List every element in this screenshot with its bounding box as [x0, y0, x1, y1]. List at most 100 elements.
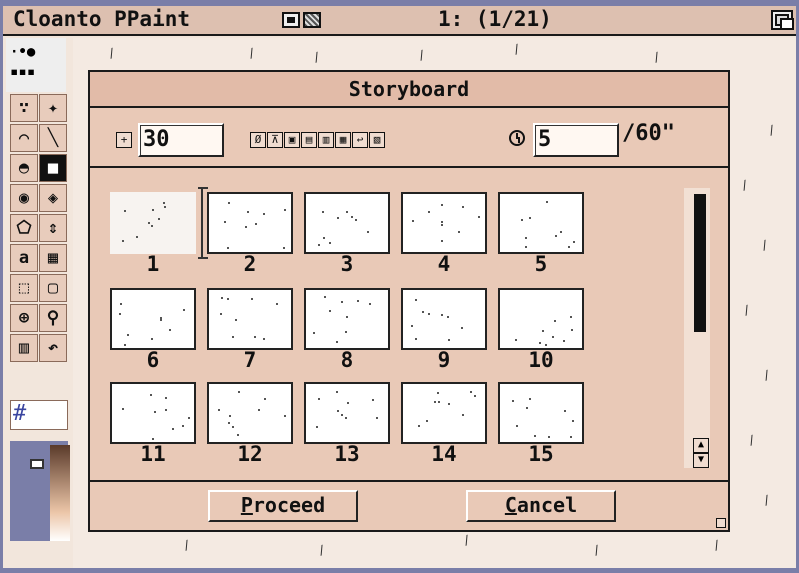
storyboard-frame[interactable] [401, 192, 487, 254]
frame-speck [158, 217, 161, 220]
swap-frame-icon[interactable]: ▦ [335, 132, 351, 148]
frame-speck [355, 219, 358, 222]
zoom-in-icon[interactable]: ⊕ [10, 304, 38, 332]
frame-speck [555, 235, 558, 238]
frame-speck [318, 397, 321, 400]
frame-speck [323, 296, 326, 299]
scrollbar-thumb[interactable] [694, 194, 706, 332]
curve-tool-icon[interactable]: ⌒ [10, 124, 38, 152]
gradient-tool-icon[interactable]: ⇕ [39, 214, 67, 242]
storyboard-frame[interactable] [304, 382, 390, 444]
frames-list: 1 2 3 4 5 6 7 8 9 10 11 12 13 14 15 ▲ ▼ [90, 170, 728, 480]
scroll-up-arrow-icon[interactable]: ▲ [693, 438, 709, 453]
storyboard-frame[interactable] [110, 192, 196, 254]
color-gradient[interactable] [50, 445, 70, 541]
frame-speck [461, 413, 464, 416]
revert-frame-icon[interactable]: ↩ [352, 132, 368, 148]
storyboard-frame[interactable] [110, 288, 196, 350]
frame-speck [525, 245, 528, 248]
insert-frame-icon[interactable]: ⊼ [267, 132, 283, 148]
storyboard-frame[interactable] [498, 382, 584, 444]
frame-speck [337, 216, 340, 219]
polygon-tool-icon[interactable]: ⬠ [10, 214, 38, 242]
freehand-tool-icon[interactable]: ∵ [10, 94, 38, 122]
storyboard-frame[interactable] [304, 192, 390, 254]
frame-speck [441, 221, 444, 224]
frame-speck [345, 211, 348, 214]
frame-speck [119, 303, 122, 306]
frame-speck [147, 222, 150, 225]
pattern-tool-icon[interactable]: ▦ [39, 244, 67, 272]
screen-mode-icon[interactable] [282, 12, 300, 28]
frame-speck [160, 318, 163, 321]
pattern-icon[interactable] [303, 12, 321, 28]
depth-gadget-icon[interactable] [771, 10, 794, 30]
rectangle-select-icon[interactable]: ▢ [39, 274, 67, 302]
frame-number: 13 [334, 442, 360, 466]
solid-shape-icon[interactable]: ■ [39, 154, 67, 182]
frame-speck [219, 313, 222, 316]
frame-speck [258, 408, 261, 411]
storyboard-frame[interactable] [207, 382, 293, 444]
storyboard-frame[interactable] [401, 382, 487, 444]
canvas-speck: / [460, 532, 473, 548]
move-frame-icon[interactable]: ▥ [318, 132, 334, 148]
magnify-icon[interactable]: ⚲ [39, 304, 67, 332]
frame-number: 10 [528, 348, 554, 372]
save-frame-icon[interactable]: ▧ [369, 132, 385, 148]
fill-tool-icon[interactable]: ◓ [10, 154, 38, 182]
grid-icon[interactable]: # [10, 400, 68, 430]
circle-tool-icon[interactable]: ◉ [10, 184, 38, 212]
storyboard-frame[interactable] [207, 192, 293, 254]
frame-speck [545, 343, 548, 346]
airbrush-tool-icon[interactable]: ✦ [39, 94, 67, 122]
line-tool-icon[interactable]: ╲ [39, 124, 67, 152]
frame-speck [440, 240, 443, 243]
frame-speck [340, 414, 343, 417]
brush-select-icon[interactable]: ⬚ [10, 274, 38, 302]
storyboard-frame[interactable] [304, 288, 390, 350]
proceed-button[interactable]: Proceed [208, 490, 358, 522]
storyboard-frame[interactable] [498, 192, 584, 254]
clear-icon[interactable]: ▥ [10, 334, 38, 362]
resize-gadget-icon[interactable] [716, 518, 726, 528]
frame-speck [329, 242, 332, 245]
frame-number: 9 [437, 348, 451, 372]
frame-speck [428, 211, 430, 214]
storyboard-frame[interactable] [110, 382, 196, 444]
frame-speck [227, 247, 230, 250]
frame-speck [124, 209, 127, 212]
frame-speck [447, 403, 450, 406]
frame-speck [263, 398, 266, 401]
delay-field[interactable]: 5 [533, 123, 619, 157]
frame-speck [514, 339, 517, 342]
canvas-speck: / [760, 367, 773, 383]
cancel-button[interactable]: Cancel [466, 490, 616, 522]
ellipse-tool-icon[interactable]: ◈ [39, 184, 67, 212]
title-bar[interactable]: Cloanto PPaint 1: (1/21) [3, 6, 796, 36]
scroll-down-arrow-icon[interactable]: ▼ [693, 453, 709, 468]
storyboard-frame[interactable] [207, 288, 293, 350]
undo-icon[interactable]: ↶ [39, 334, 67, 362]
frame-speck [127, 334, 129, 337]
frame-speck [223, 221, 226, 224]
frame-speck [237, 391, 240, 394]
frames-count-field[interactable]: 30 [138, 123, 224, 157]
frame-number: 5 [534, 252, 548, 276]
frame-speck [539, 342, 541, 345]
add-frame-icon[interactable]: ▤ [301, 132, 317, 148]
brush-selector[interactable]: ·•● ▪▪▪ [6, 38, 66, 92]
storyboard-frame[interactable] [401, 288, 487, 350]
frame-speck [250, 298, 253, 301]
frame-speck [150, 337, 153, 340]
frame-speck [188, 416, 191, 419]
delete-frame-icon[interactable]: Ø [250, 132, 266, 148]
frame-number: 2 [243, 252, 257, 276]
copy-frame-icon[interactable]: ▣ [284, 132, 300, 148]
frame-speck [323, 237, 326, 240]
color-palette[interactable] [10, 441, 70, 541]
frame-speck [282, 246, 285, 249]
text-tool-icon[interactable]: a [10, 244, 38, 272]
frame-speck [344, 416, 347, 419]
storyboard-frame[interactable] [498, 288, 584, 350]
